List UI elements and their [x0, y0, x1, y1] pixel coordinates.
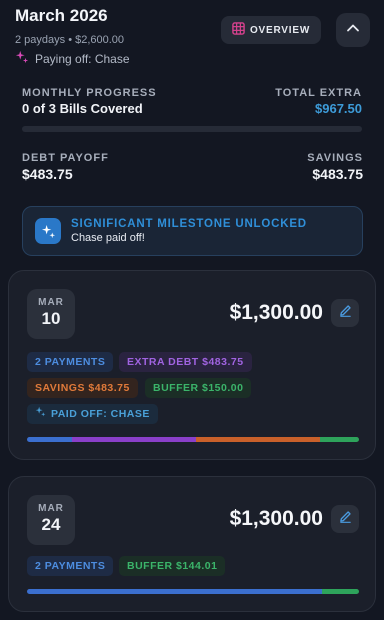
date-month: MAR [38, 297, 64, 308]
sparkle-icon [35, 218, 61, 244]
date-badge: MAR 10 [27, 289, 75, 339]
date-badge: MAR 24 [27, 495, 75, 545]
allocation-segment [322, 589, 359, 594]
payday-card[interactable]: MAR 10 $1,300.00 2 PAYMENTS EXTRA DEBT $… [8, 270, 376, 460]
allocation-bar [27, 589, 359, 594]
date-day: 24 [41, 515, 61, 534]
milestone-subtitle: Chase paid off! [71, 232, 145, 244]
paying-off-line: Paying off: Chase [15, 50, 130, 67]
month-title: March 2026 [15, 6, 108, 25]
chevron-up-icon [346, 21, 360, 40]
paid-off-label: PAID OFF: CHASE [51, 408, 150, 420]
savings-chip: SAVINGS $483.75 [27, 378, 138, 398]
allocation-segment [320, 437, 359, 442]
milestone-banner: SIGNIFICANT MILESTONE UNLOCKED Chase pai… [22, 206, 363, 256]
bills-covered-value: 0 of 3 Bills Covered [22, 101, 143, 116]
paid-off-chip: PAID OFF: CHASE [27, 404, 158, 424]
monthly-progress-label: MONTHLY PROGRESS [22, 87, 157, 99]
grid-icon [232, 22, 245, 38]
debt-payoff-value: $483.75 [22, 166, 73, 182]
pencil-icon [338, 303, 353, 323]
edit-button[interactable] [331, 299, 359, 327]
payments-chip: 2 PAYMENTS [27, 352, 114, 372]
sparkle-icon [35, 404, 46, 424]
buffer-chip: BUFFER $144.01 [119, 556, 226, 576]
collapse-button[interactable] [336, 13, 370, 47]
edit-button[interactable] [331, 505, 359, 533]
total-extra-label: TOTAL EXTRA [275, 87, 362, 99]
paying-off-label: Paying off: Chase [35, 51, 130, 66]
allocation-segment [72, 437, 197, 442]
milestone-title: SIGNIFICANT MILESTONE UNLOCKED [71, 218, 307, 230]
overview-label: OVERVIEW [249, 24, 311, 36]
payments-chip: 2 PAYMENTS [27, 556, 114, 576]
monthly-progress: MONTHLY PROGRESS 0 of 3 Bills Covered TO… [22, 87, 362, 132]
allocation-segment [196, 437, 321, 442]
payday-amount: $1,300.00 [229, 301, 323, 324]
extra-debt-chip: EXTRA DEBT $483.75 [119, 352, 252, 372]
payday-amount: $1,300.00 [229, 507, 323, 530]
overview-button[interactable]: OVERVIEW [221, 16, 321, 44]
paydays-summary: 2 paydays • $2,600.00 [15, 34, 125, 46]
total-extra-value: $967.50 [315, 101, 362, 116]
allocation-segment [27, 589, 323, 594]
payoff-summary: DEBT PAYOFF $483.75 SAVINGS $483.75 [22, 152, 363, 182]
allocation-segment [27, 437, 73, 442]
date-day: 10 [41, 309, 61, 328]
allocation-bar [27, 437, 359, 442]
debt-payoff-label: DEBT PAYOFF [22, 152, 109, 164]
savings-value: $483.75 [312, 166, 363, 182]
progress-bar [22, 126, 362, 132]
savings-label: SAVINGS [307, 152, 363, 164]
date-month: MAR [38, 503, 64, 514]
pencil-icon [338, 509, 353, 529]
payday-card[interactable]: MAR 24 $1,300.00 2 PAYMENTS BUFFER $144.… [8, 476, 376, 612]
sparkle-icon [15, 50, 29, 67]
buffer-chip: BUFFER $150.00 [145, 378, 252, 398]
